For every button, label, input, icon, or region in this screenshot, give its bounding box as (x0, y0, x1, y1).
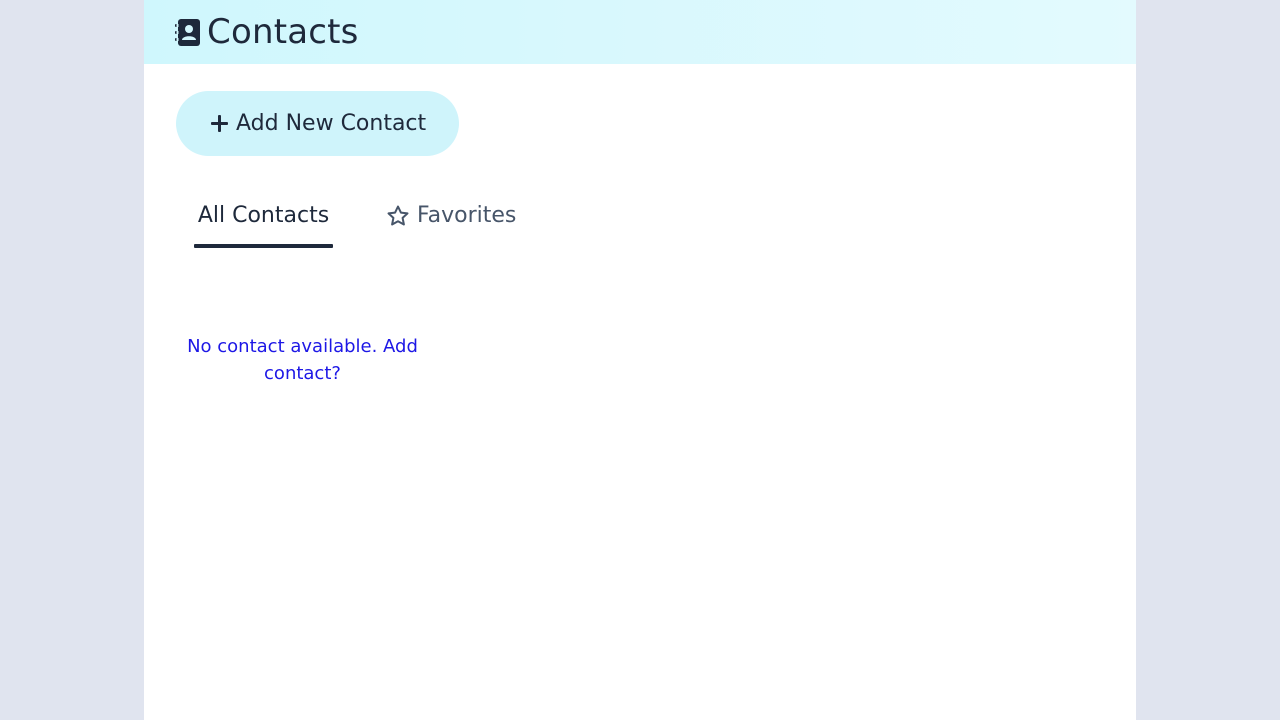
add-new-contact-label: Add New Contact (236, 111, 427, 136)
tab-all-contacts[interactable]: All Contacts (194, 190, 333, 248)
address-book-icon (175, 19, 200, 46)
tab-all-contacts-label: All Contacts (197, 203, 330, 228)
empty-state-add-contact-link[interactable]: No contact available. Add contact? (184, 333, 421, 387)
active-tab-indicator (194, 244, 333, 248)
page-header: Contacts (144, 0, 1136, 64)
add-new-contact-button[interactable]: Add New Contact (176, 91, 459, 156)
star-icon (387, 205, 409, 226)
plus-icon (211, 115, 228, 132)
tab-favorites[interactable]: Favorites (386, 190, 516, 248)
contacts-page: Contacts Add New Contact All Contacts Fa… (144, 0, 1136, 720)
contact-tabs: All Contacts Favorites (194, 190, 594, 250)
tab-favorites-label: Favorites (417, 203, 517, 228)
page-title: Contacts (207, 12, 359, 52)
